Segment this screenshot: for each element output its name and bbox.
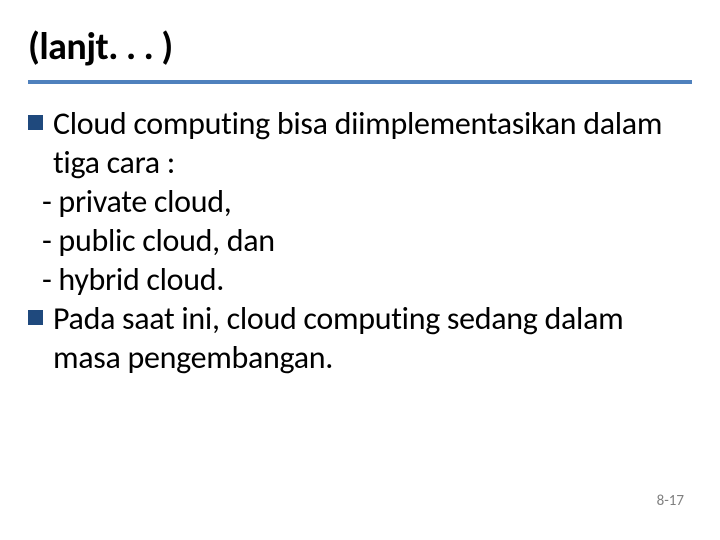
page-number: 8-17 [657,492,684,510]
bullet-text: Pada saat ini, cloud computing sedang da… [53,299,692,377]
sub-item: - hybrid cloud. [28,260,692,299]
slide-title: (lanjt. . . ) [28,24,692,70]
bullet-item: Cloud computing bisa diimplementasikan d… [28,104,692,182]
square-bullet-icon [28,310,43,325]
bullet-item: Pada saat ini, cloud computing sedang da… [28,299,692,377]
content-body: Cloud computing bisa diimplementasikan d… [28,104,692,377]
sub-item: - public cloud, dan [28,221,692,260]
bullet-text: Cloud computing bisa diimplementasikan d… [53,104,692,182]
square-bullet-icon [28,115,43,130]
slide: (lanjt. . . ) Cloud computing bisa diimp… [0,0,720,377]
title-rule [28,80,692,84]
sub-item: - private cloud, [28,182,692,221]
